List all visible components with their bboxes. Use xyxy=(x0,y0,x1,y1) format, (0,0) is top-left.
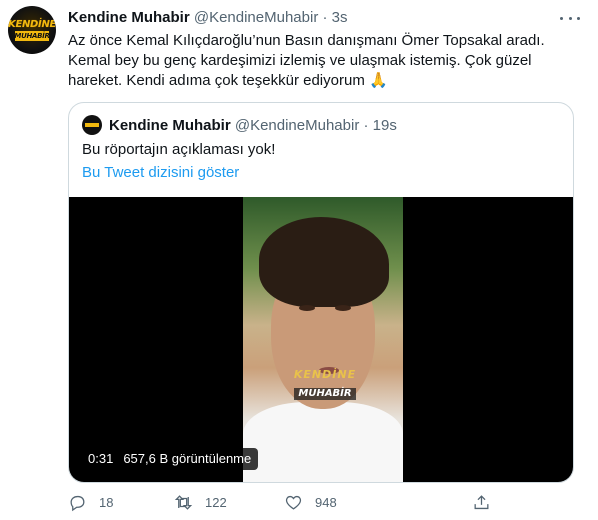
avatar-logo-bottom: MUHABİR xyxy=(14,32,50,40)
quoted-avatar-logo xyxy=(85,123,99,127)
quoted-tweet-header: Kendine Muhabir @KendineMuhabir · 19s xyxy=(109,116,397,135)
quoted-author-name: Kendine Muhabir xyxy=(109,117,231,134)
more-icon[interactable] xyxy=(560,10,580,26)
retweet-button[interactable]: 122 xyxy=(174,489,227,515)
quoted-author-handle: @KendineMuhabir xyxy=(234,117,360,134)
author-avatar[interactable]: KENDİNE MUHABİR xyxy=(8,6,56,54)
avatar-logo-top: KENDİNE xyxy=(8,19,56,30)
reply-button[interactable]: 18 xyxy=(68,489,113,515)
video-frame: KENDİNE MUHABİR xyxy=(243,197,403,482)
video-watermark: KENDİNE MUHABİR xyxy=(285,369,365,400)
more-dot xyxy=(560,16,563,20)
video-duration: 0:31 xyxy=(88,451,114,466)
quoted-tweet[interactable]: Kendine Muhabir @KendineMuhabir · 19s Bu… xyxy=(68,102,574,483)
header-separator: · xyxy=(322,9,328,26)
show-thread-link[interactable]: Bu Tweet dizisini göster xyxy=(82,163,239,183)
tweet-actions: 18 122 948 xyxy=(68,489,498,515)
video-view-count: 657,6 B görüntülenme xyxy=(123,451,252,466)
more-dot xyxy=(577,16,580,20)
watermark-top: KENDİNE xyxy=(293,368,357,381)
tweet-header: Kendine Muhabir @KendineMuhabir · 3s xyxy=(68,8,348,27)
video-subject-hair xyxy=(259,217,389,307)
video-subject-eye xyxy=(335,305,351,311)
retweet-icon xyxy=(174,494,193,510)
author-name[interactable]: Kendine Muhabir xyxy=(68,9,190,26)
video-subject-eye xyxy=(299,305,315,311)
reply-icon xyxy=(70,495,85,511)
reply-count: 18 xyxy=(99,494,114,510)
more-dot xyxy=(568,16,572,20)
share-button[interactable] xyxy=(472,489,491,515)
video-player[interactable]: KENDİNE MUHABİR 0:31 657,6 B görüntülenme xyxy=(69,197,573,482)
tweet-text: Az önce Kemal Kılıçdaroğlu’nun Basın dan… xyxy=(68,32,549,89)
video-info-badge: 0:31 657,6 B görüntülenme xyxy=(81,448,259,470)
author-handle[interactable]: @KendineMuhabir xyxy=(194,9,318,26)
share-icon xyxy=(474,494,489,509)
quoted-tweet-timestamp: 19s xyxy=(372,117,397,134)
video-subject-shirt xyxy=(243,402,403,482)
like-count: 948 xyxy=(315,494,337,510)
watermark-bottom: MUHABİR xyxy=(294,388,356,400)
like-button[interactable]: 948 xyxy=(284,489,337,515)
tweet-timestamp[interactable]: 3s xyxy=(332,9,348,26)
retweet-count: 122 xyxy=(205,494,227,510)
quoted-header-separator: · xyxy=(363,117,369,134)
quoted-author-avatar xyxy=(82,115,102,135)
heart-icon xyxy=(285,495,302,510)
quoted-tweet-text: Bu röportajın açıklaması yok! xyxy=(82,141,276,158)
